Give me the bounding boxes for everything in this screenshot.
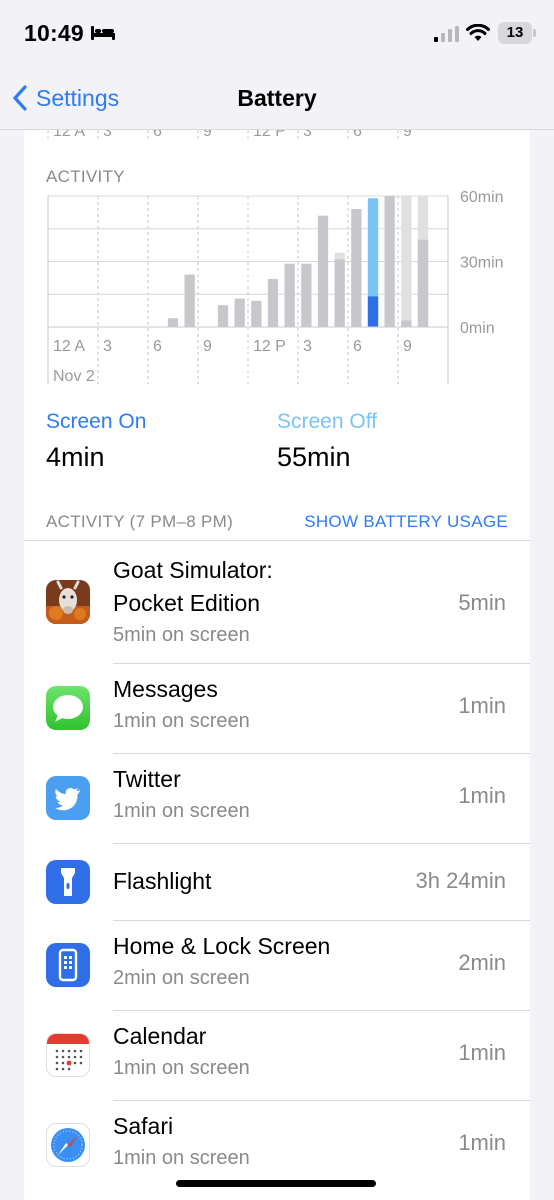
partial-tick-label: 3 (103, 130, 112, 140)
app-usage-time: 5min (458, 590, 506, 615)
app-name: Safari (113, 1113, 174, 1139)
calendar-icon (46, 1033, 90, 1077)
y-tick-label: 30min (460, 255, 504, 272)
status-bar: 10:49 13 (0, 0, 554, 64)
bar (401, 320, 412, 327)
app-usage-time: 1min (458, 1130, 506, 1155)
app-name: Home & Lock Screen (113, 933, 331, 959)
bar (217, 305, 229, 327)
app-usage-time: 3h 24min (415, 868, 506, 893)
x-tick-label: 12 P (253, 338, 286, 355)
app-name: Twitter (113, 766, 181, 792)
screen-on-label: Screen On (46, 410, 147, 433)
partial-tick-label: 3 (303, 130, 312, 140)
twitter-icon (46, 776, 90, 820)
bar (417, 239, 429, 327)
bar (167, 318, 179, 327)
home-lock-screen-icon (46, 943, 90, 987)
x-tick-label: 12 A (53, 338, 85, 355)
show-battery-usage-button[interactable]: SHOW BATTERY USAGE (304, 512, 508, 532)
x-tick-label: 3 (303, 338, 312, 355)
app-row-messages[interactable]: Messages 1min on screen 1min (24, 664, 530, 753)
y-tick-label: 60min (460, 189, 504, 206)
app-usage-time: 1min (458, 693, 506, 718)
activity-list-header: ACTIVITY (7 PM–8 PM) (46, 512, 234, 531)
goat-simulator-icon (46, 580, 90, 624)
x-tick-label: 6 (353, 338, 362, 355)
app-usage-time: 1min (458, 783, 506, 808)
bar-screen-on (367, 296, 379, 327)
app-row-goat-simulator[interactable]: Goat Simulator: Pocket Edition 5min on s… (24, 541, 530, 663)
app-name-line2: Pocket Edition (113, 590, 261, 616)
wifi-icon (466, 24, 490, 41)
bed-icon (91, 26, 115, 40)
app-screen-time: 1min on screen (113, 1147, 250, 1169)
partial-tick-label: 12 A (53, 130, 85, 140)
app-name: Goat Simulator: (113, 557, 273, 583)
app-row-flashlight[interactable]: Flashlight 3h 24min (24, 844, 530, 920)
bar (284, 263, 295, 327)
bar (251, 300, 262, 327)
x-tick-label: 3 (103, 338, 112, 355)
safari-icon (46, 1123, 90, 1167)
app-row-home-lock-screen[interactable]: Home & Lock Screen 2min on screen 2min (24, 921, 530, 1010)
bar (384, 196, 395, 327)
screen-off-value: 55min (277, 442, 351, 472)
partial-tick-label: 9 (403, 130, 412, 140)
y-tick-label: 0min (460, 320, 495, 337)
app-screen-time: 1min on screen (113, 710, 250, 732)
cellular-signal-icon (434, 26, 459, 42)
app-name: Calendar (113, 1023, 207, 1049)
bar-faded (401, 196, 412, 327)
bar (317, 215, 329, 327)
screen-on-value: 4min (46, 442, 105, 472)
partial-tick-label: 6 (153, 130, 162, 140)
app-screen-time: 5min on screen (113, 624, 250, 646)
app-name: Messages (113, 676, 218, 702)
bar (184, 274, 195, 327)
app-usage-time: 1min (458, 1040, 506, 1065)
bar (334, 259, 345, 327)
home-indicator (176, 1180, 376, 1187)
battery-icon: 13 (498, 22, 536, 44)
page-title: Battery (237, 85, 317, 111)
x-tick-label: 9 (203, 338, 212, 355)
x-tick-label: 6 (153, 338, 162, 355)
activity-section-label: ACTIVITY (46, 167, 125, 186)
messages-icon (46, 686, 90, 730)
screen-off-label: Screen Off (277, 410, 377, 433)
nav-bar: Settings Battery (0, 64, 554, 130)
bar (351, 209, 362, 327)
date-label: Nov 2 (53, 368, 95, 385)
bar (234, 298, 245, 327)
partial-tick-label: 6 (353, 130, 362, 140)
battery-card: 12 A 3 6 9 12 P 3 6 9 60min 30min 0min 12 A 3 6 9 12 P 3… (24, 130, 530, 1200)
app-screen-time: 2min on screen (113, 967, 250, 989)
app-row-calendar[interactable]: Calendar 1min on screen 1min (24, 1011, 530, 1100)
app-row-safari[interactable]: Safari 1min on screen 1min (24, 1101, 530, 1190)
app-screen-time: 1min on screen (113, 1057, 250, 1079)
status-time: 10:49 (24, 20, 84, 46)
app-usage-time: 2min (458, 950, 506, 975)
bar (267, 278, 279, 327)
bar (301, 263, 312, 327)
app-name: Flashlight (113, 868, 212, 894)
app-row-twitter[interactable]: Twitter 1min on screen 1min (24, 754, 530, 843)
app-screen-time: 1min on screen (113, 800, 250, 822)
partial-tick-label: 9 (203, 130, 212, 140)
partial-tick-label: 12 P (253, 130, 286, 140)
flashlight-icon (46, 860, 90, 904)
x-tick-label: 9 (403, 338, 412, 355)
